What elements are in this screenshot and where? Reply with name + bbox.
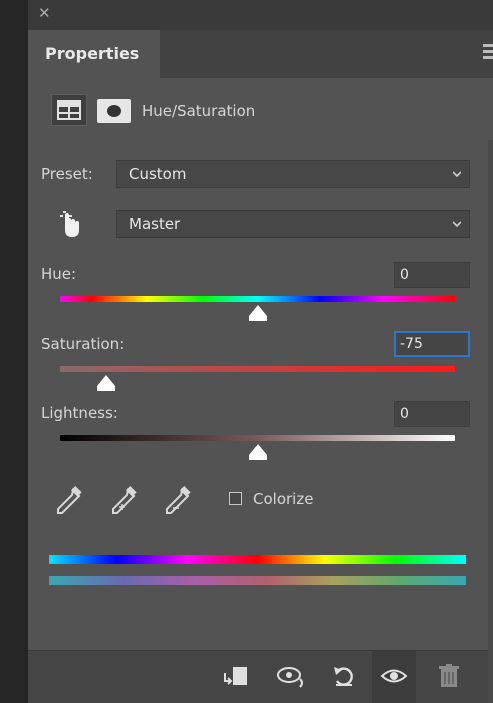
panel-scroll-edge bbox=[488, 140, 493, 703]
source-color-spectrum bbox=[49, 555, 466, 564]
preset-value: Custom bbox=[129, 165, 187, 183]
tab-strip: Properties bbox=[28, 30, 493, 78]
view-previous-state-icon[interactable] bbox=[274, 661, 306, 691]
targeted-adjustment-hand-icon[interactable] bbox=[55, 206, 87, 240]
saturation-input[interactable]: -75 bbox=[394, 331, 470, 357]
preset-select[interactable]: Custom bbox=[116, 160, 470, 188]
chevron-down-icon bbox=[453, 221, 461, 228]
lightness-label: Lightness: bbox=[41, 404, 118, 422]
adjustment-layer-icon[interactable] bbox=[51, 94, 87, 126]
lightness-slider-track[interactable] bbox=[60, 435, 455, 441]
colorize-checkbox[interactable] bbox=[229, 492, 242, 505]
title-bar: ✕ bbox=[28, 0, 493, 30]
toggle-visibility-icon[interactable] bbox=[378, 661, 410, 691]
lightness-slider-thumb[interactable] bbox=[249, 444, 267, 460]
lightness-input[interactable]: 0 bbox=[394, 401, 470, 427]
hue-slider-thumb[interactable] bbox=[249, 305, 267, 321]
eyedropper-icon[interactable] bbox=[53, 484, 85, 518]
saturation-slider-track[interactable] bbox=[60, 366, 455, 372]
channel-value: Master bbox=[129, 215, 181, 233]
hue-input[interactable]: 0 bbox=[394, 262, 470, 288]
eyedropper-subtract-icon[interactable] bbox=[162, 484, 196, 518]
reset-icon[interactable] bbox=[328, 661, 360, 691]
delete-icon[interactable] bbox=[433, 661, 465, 691]
panel-menu-icon[interactable] bbox=[483, 44, 493, 62]
footer-toolbar bbox=[28, 650, 493, 703]
hue-label: Hue: bbox=[41, 265, 77, 283]
colorize-label: Colorize bbox=[253, 490, 314, 508]
saturation-slider-thumb[interactable] bbox=[97, 375, 115, 391]
clip-to-layer-icon[interactable] bbox=[221, 661, 253, 691]
preset-label: Preset: bbox=[41, 165, 93, 183]
adjustment-name: Hue/Saturation bbox=[142, 102, 256, 120]
close-icon[interactable]: ✕ bbox=[38, 6, 51, 21]
result-color-spectrum bbox=[49, 576, 466, 585]
saturation-label: Saturation: bbox=[41, 335, 125, 353]
layer-mask-icon[interactable] bbox=[97, 99, 131, 123]
hue-slider-track[interactable] bbox=[60, 296, 455, 302]
properties-panel: ✕ Properties Hue/Saturation Preset: Cust… bbox=[28, 0, 493, 703]
eyedropper-add-icon[interactable] bbox=[108, 484, 142, 518]
chevron-down-icon bbox=[453, 171, 461, 178]
tab-properties[interactable]: Properties bbox=[28, 30, 160, 78]
channel-select[interactable]: Master bbox=[116, 210, 470, 238]
